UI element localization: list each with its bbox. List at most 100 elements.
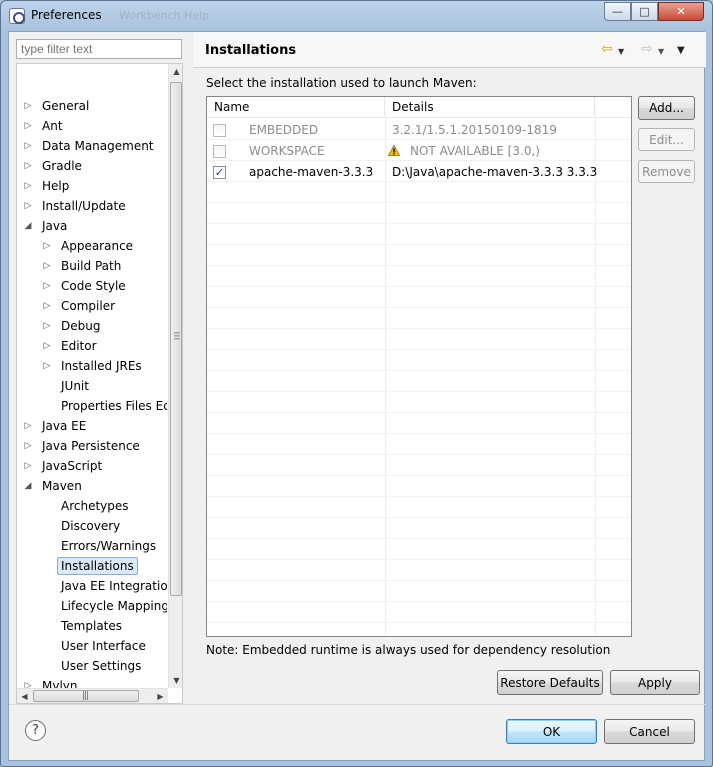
tree-collapsed-icon[interactable]: ▷ (23, 96, 33, 116)
cancel-button[interactable]: Cancel (604, 719, 695, 744)
page-header: Installations ⇦ ▼ ⇨ ▼ ▼ (193, 32, 706, 68)
scroll-right-arrow-icon[interactable]: ▶ (153, 689, 168, 703)
tree-item[interactable]: Lifecycle Mapping (17, 596, 167, 616)
tree-item[interactable]: Errors/Warnings (17, 536, 167, 556)
tree-collapsed-icon[interactable]: ▷ (42, 256, 52, 276)
tree-item[interactable]: Properties Files Ed (17, 396, 167, 416)
title-bar[interactable]: Preferences Workbench Help — □ ✕ (1, 1, 712, 31)
row-gridline (207, 286, 631, 287)
tree-item-label: Installations (57, 557, 138, 575)
filter-input[interactable] (16, 39, 182, 59)
tree-collapsed-icon[interactable]: ▷ (23, 156, 33, 176)
tree-expanded-icon[interactable]: ◢ (23, 216, 33, 236)
vertical-scroll-thumb[interactable]: ─ ─ ─ (170, 82, 182, 596)
view-menu-icon[interactable]: ▼ (677, 44, 685, 58)
tree-expanded-icon[interactable]: ◢ (23, 476, 33, 496)
tree-collapsed-icon[interactable]: ▷ (23, 136, 33, 156)
column-header-details[interactable]: Details (385, 97, 595, 118)
tree-item[interactable]: Java EE Integration (17, 576, 167, 596)
tree-item[interactable]: ▷ Data Management (17, 136, 167, 156)
scroll-down-arrow-icon[interactable]: ▼ (169, 673, 182, 688)
tree-item-label: Errors/Warnings (61, 539, 157, 553)
add-button[interactable]: Add... (638, 96, 695, 120)
tree-item[interactable]: Installations (17, 556, 167, 576)
tree-collapsed-icon[interactable]: ▷ (42, 336, 52, 356)
tree-item[interactable]: Discovery (17, 516, 167, 536)
tree-item[interactable]: JUnit (17, 376, 167, 396)
scroll-up-arrow-icon[interactable]: ▲ (169, 64, 182, 79)
tree-item-label: JavaScript (42, 459, 103, 473)
table-row[interactable]: EMBEDDED 3.2.1/1.5.1.20150109-1819 (207, 120, 631, 141)
back-arrow-icon[interactable]: ⇦ (601, 42, 613, 56)
row-gridline (207, 475, 631, 476)
row-gridline (207, 538, 631, 539)
tree-item[interactable]: ▷ JavaScript (17, 456, 167, 476)
tree-collapsed-icon[interactable]: ▷ (42, 236, 52, 256)
tree-item[interactable]: ◢ Java (17, 216, 167, 236)
tree-item[interactable]: ▷ Gradle (17, 156, 167, 176)
tree-item[interactable]: ▷ Install/Update (17, 196, 167, 216)
maximize-button[interactable]: □ (631, 2, 658, 21)
tree-item[interactable]: ▷ Help (17, 176, 167, 196)
tree-collapsed-icon[interactable]: ▷ (42, 316, 52, 336)
installation-checkbox[interactable] (213, 124, 226, 137)
tree-item[interactable]: ▷ Code Style (17, 276, 167, 296)
tree-collapsed-icon[interactable]: ▷ (23, 176, 33, 196)
installation-checkbox[interactable] (213, 145, 226, 158)
sash[interactable] (189, 32, 195, 704)
tree-collapsed-icon[interactable]: ▷ (23, 196, 33, 216)
tree-collapsed-icon[interactable]: ▷ (42, 356, 52, 376)
help-icon[interactable]: ? (25, 720, 46, 741)
minimize-button[interactable]: — (604, 2, 631, 21)
tree-item[interactable]: ▷ Appearance (17, 236, 167, 256)
tree-item[interactable]: Archetypes (17, 496, 167, 516)
tree-horizontal-scrollbar[interactable]: ◀ ||| ▶ (17, 688, 168, 703)
tree-item-label: Gradle (42, 159, 82, 173)
tree-collapsed-icon[interactable]: ▷ (23, 456, 33, 476)
row-gridline (207, 265, 631, 266)
ok-button[interactable]: OK (506, 719, 597, 744)
tree-item[interactable]: ▷ Java EE (17, 416, 167, 436)
table-row[interactable]: ✓ apache-maven-3.3.3 D:\Java\apache-maven-… (207, 162, 631, 183)
tree-item[interactable]: ◢ Maven (17, 476, 167, 496)
tree-item[interactable]: ▷ Java Persistence (17, 436, 167, 456)
preferences-window: Preferences Workbench Help — □ ✕ ▷ Genera… (0, 0, 713, 767)
tree-collapsed-icon[interactable]: ▷ (23, 416, 33, 436)
forward-dropdown-icon[interactable]: ▼ (658, 45, 664, 59)
tree-item[interactable]: ▷ Installed JREs (17, 356, 167, 376)
table-row[interactable]: WORKSPACE NOT AVAILABLE [3.0,) (207, 141, 631, 162)
installations-table[interactable]: Name Details EMBEDDED 3.2.1/1.5.1.2015010… (206, 96, 632, 637)
tree-vertical-scrollbar[interactable]: ▲ ─ ─ ─ ▼ (168, 64, 182, 688)
close-button[interactable]: ✕ (658, 2, 704, 21)
preference-tree[interactable]: ▷ General ▷ Ant ▷ Data Management ▷ Gradle ▷ Help… (16, 63, 183, 704)
tree-item-label: Build Path (61, 259, 122, 273)
column-header-name[interactable]: Name (207, 97, 385, 118)
edit-button[interactable]: Edit... (638, 128, 695, 151)
tree-item-label: Maven (42, 479, 82, 493)
row-gridline (207, 622, 631, 623)
tree-item[interactable]: User Settings (17, 656, 167, 676)
back-dropdown-icon[interactable]: ▼ (618, 45, 624, 59)
tree-collapsed-icon[interactable]: ▷ (23, 116, 33, 136)
tree-item[interactable]: ▷ General (17, 96, 167, 116)
tree-item[interactable]: Templates (17, 616, 167, 636)
tree-collapsed-icon[interactable]: ▷ (42, 276, 52, 296)
scroll-left-arrow-icon[interactable]: ◀ (17, 689, 32, 703)
tree-item[interactable]: ▷ Build Path (17, 256, 167, 276)
installation-checkbox[interactable]: ✓ (213, 166, 226, 179)
installation-name: apache-maven-3.3.3 (249, 165, 374, 179)
restore-defaults-button[interactable]: Restore Defaults (497, 670, 603, 695)
tree-item[interactable]: ▷ Compiler (17, 296, 167, 316)
tree-collapsed-icon[interactable]: ▷ (42, 296, 52, 316)
forward-arrow-icon[interactable]: ⇨ (641, 42, 653, 56)
remove-button[interactable]: Remove (638, 160, 695, 183)
tree-item[interactable]: User Interface (17, 636, 167, 656)
tree-item-label: Data Management (42, 139, 154, 153)
apply-button[interactable]: Apply (610, 670, 700, 695)
tree-item[interactable]: ▷ Editor (17, 336, 167, 356)
horizontal-scroll-thumb[interactable]: ||| (33, 690, 139, 702)
tree-item[interactable]: ▷ Ant (17, 116, 167, 136)
tree-item-label: Lifecycle Mapping (61, 599, 167, 613)
tree-collapsed-icon[interactable]: ▷ (23, 436, 33, 456)
tree-item[interactable]: ▷ Debug (17, 316, 167, 336)
